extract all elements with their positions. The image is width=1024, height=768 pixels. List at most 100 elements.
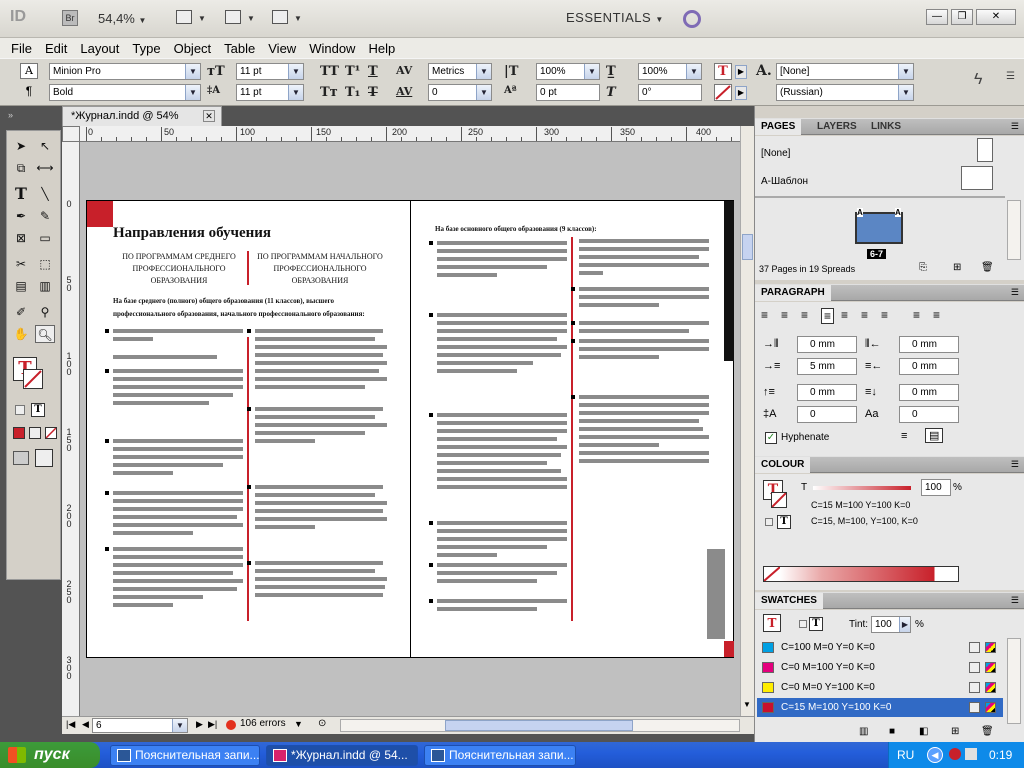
menu-view[interactable]: View [268,41,296,56]
tint-percent-field[interactable]: 100 [921,479,951,496]
baseline-shift-field[interactable]: 0 pt [536,84,600,101]
rectangle-frame-tool-icon[interactable]: ⊠ [11,229,31,247]
horizontal-scale-field[interactable]: 100% ▼ [638,63,702,80]
colour-ramp[interactable] [763,566,959,582]
tracking-field[interactable]: 0 ▼ [428,84,492,101]
selection-tool-icon[interactable]: ➤ [11,137,31,155]
panel-menu-icon[interactable]: ☰ [1011,121,1019,132]
document-tab[interactable]: *Журнал.indd @ 54% ✕ [62,106,222,126]
pen-tool-icon[interactable]: ✒ [11,207,31,225]
space-before-field[interactable]: 0 mm [797,384,857,401]
prev-page-icon[interactable]: ◀ [82,719,89,730]
tab-pages[interactable]: PAGES [755,119,802,135]
align-center-icon[interactable]: ≡ [781,308,788,322]
underline-icon[interactable]: T [368,64,378,79]
view-options-button[interactable] [176,10,192,24]
taskbar-item-word-2[interactable]: Пояснительная запи... [424,745,576,766]
scroll-thumb[interactable] [742,234,753,260]
show-all-swatches-icon[interactable]: ▥ [859,726,868,737]
gap-tool-icon[interactable]: ⟷ [35,159,55,177]
zoom-level[interactable]: 54,4% ▼ [98,11,146,26]
drop-cap-chars-field[interactable]: 0 [899,406,959,423]
line-tool-icon[interactable]: ╲ [35,185,55,203]
subscript-icon[interactable]: T₁ [345,85,360,100]
last-page-icon[interactable]: ▶| [208,719,217,730]
swatch-row[interactable]: C=100 M=0 Y=0 K=0 [757,638,1003,657]
small-caps-icon[interactable]: Tт [320,85,338,100]
gradient-swatch-tool-icon[interactable]: ▤ [11,277,31,295]
tray-arrow-icon[interactable]: ◀ [927,747,943,763]
pages-scrollbar[interactable] [1007,200,1021,260]
justify-left-icon[interactable]: ≡ [821,308,835,324]
first-page-icon[interactable]: |◀ [66,719,75,730]
vertical-scrollbar[interactable]: ▼ [740,126,754,716]
character-style-select[interactable]: [None] ▼ [776,63,914,80]
menu-object[interactable]: Object [174,41,212,56]
master-a[interactable]: А-Шаблон [761,176,808,187]
collapse-icon[interactable]: » [8,110,13,120]
swatch-row[interactable]: C=15 M=100 Y=100 K=0 [757,698,1003,717]
new-page-icon[interactable]: ⊞ [953,262,961,273]
justify-right-icon[interactable]: ≡ [861,308,868,322]
direct-selection-tool-icon[interactable]: ↖ [35,137,55,155]
show-colour-swatches-icon[interactable]: ■ [889,726,895,737]
font-style-select[interactable]: Bold ▼ [49,84,201,101]
skew-field[interactable]: 0° [638,84,702,101]
close-tab-icon[interactable]: ✕ [203,110,215,122]
menu-type[interactable]: Type [132,41,160,56]
type-tool-icon[interactable]: T [11,185,31,203]
space-after-field[interactable]: 0 mm [899,384,959,401]
maximize-button[interactable]: ❐ [951,9,973,25]
edit-page-size-icon[interactable]: ⎘ [919,262,927,273]
taskbar-item-word-1[interactable]: Пояснительная запи... [110,745,260,766]
bridge-button[interactable]: Br [62,10,78,26]
hand-tool-icon[interactable]: ✋ [11,325,31,343]
leading-field[interactable]: 11 pt ▼ [236,84,304,101]
formatting-container-icon[interactable] [15,405,25,415]
stroke-text-swatch-icon[interactable] [771,492,787,508]
stroke-swatch-icon[interactable] [23,369,43,389]
align-to-baseline-on-icon[interactable]: ▤ [925,428,944,443]
menu-help[interactable]: Help [368,41,395,56]
menu-window[interactable]: Window [309,41,355,56]
formatting-container-icon[interactable] [765,518,773,526]
hyphenate-checkbox[interactable]: ✓ [765,432,777,444]
tab-links[interactable]: LINKS [865,119,907,135]
scissors-tool-icon[interactable]: ✂ [11,255,31,273]
last-line-indent-field[interactable]: 0 mm [899,358,959,375]
trash-icon[interactable]: 🗑︎ [981,262,994,273]
horizontal-scrollbar[interactable] [340,719,740,732]
swatch-row[interactable]: C=0 M=100 Y=0 K=0 [757,658,1003,677]
workspace-switcher[interactable]: ESSENTIALS ▼ [566,10,664,25]
panel-menu-icon[interactable]: ☰ [1011,595,1019,606]
master-none[interactable]: [None] [761,148,790,159]
chevron-right-icon[interactable]: ▶ [735,65,747,79]
language-indicator[interactable]: RU [897,748,914,762]
preview-view-icon[interactable] [35,449,53,467]
close-button[interactable]: ✕ [976,9,1016,25]
menu-edit[interactable]: Edit [45,41,67,56]
justify-all-icon[interactable]: ≡ [881,308,888,322]
eyedropper-tool-icon[interactable]: ⚲ [35,303,55,321]
left-indent-field[interactable]: 0 mm [797,336,857,353]
tab-paragraph[interactable]: PARAGRAPH [755,285,831,301]
minimize-button[interactable]: — [926,9,948,25]
fill-text-swatch-icon[interactable]: T [763,614,781,632]
align-right-icon[interactable]: ≡ [801,308,808,322]
panel-menu-icon[interactable]: ☰ [1011,287,1019,298]
tab-swatches[interactable]: SWATCHES [755,593,823,609]
menu-table[interactable]: Table [224,41,255,56]
align-left-icon[interactable]: ≡ [761,308,768,322]
chevron-down-icon[interactable]: ▼ [294,719,303,729]
right-indent-field[interactable]: 0 mm [899,336,959,353]
scroll-thumb[interactable] [445,720,633,731]
formatting-text-icon[interactable]: T [777,515,791,529]
justify-center-icon[interactable]: ≡ [841,308,848,322]
show-gradient-swatches-icon[interactable]: ◧ [919,726,928,737]
apply-none-icon[interactable] [45,427,57,439]
menu-file[interactable]: File [11,41,32,56]
page-tool-icon[interactable]: ⧉ [11,159,31,177]
align-to-baseline-off-icon[interactable]: ≡ [901,430,907,442]
first-line-indent-field[interactable]: 5 mm [797,358,857,375]
new-swatch-icon[interactable]: ⊞ [951,726,959,737]
